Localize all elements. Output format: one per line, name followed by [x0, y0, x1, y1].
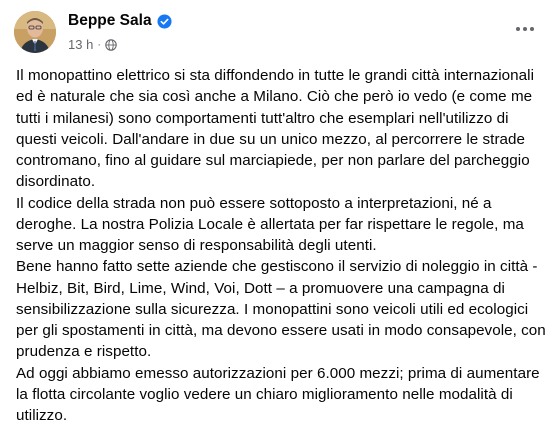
more-horizontal-icon[interactable] [512, 19, 538, 39]
post-paragraph-3: Bene hanno fatto sette aziende che gesti… [16, 258, 546, 361]
avatar[interactable] [14, 11, 56, 53]
post-paragraph-4: Ad oggi abbiamo emesso autorizzazioni pe… [16, 364, 540, 425]
post-paragraph-1: Il monopattino elettrico si sta diffonde… [16, 67, 535, 191]
post-header: Beppe Sala 13 h · [14, 9, 544, 59]
facebook-post: Beppe Sala 13 h · Il monopattino elettri… [0, 0, 558, 445]
timestamp[interactable]: 13 h [68, 37, 93, 52]
post-paragraph-2: Il codice della strada non può essere so… [16, 194, 524, 255]
separator: · [97, 38, 101, 51]
author-name[interactable]: Beppe Sala [68, 12, 152, 30]
post-text: Il monopattino elettrico si sta diffonde… [16, 65, 546, 426]
globe-icon[interactable] [105, 38, 117, 51]
author-row: Beppe Sala [68, 12, 172, 30]
verified-badge-icon [157, 13, 172, 29]
post-meta: 13 h · [68, 37, 117, 52]
